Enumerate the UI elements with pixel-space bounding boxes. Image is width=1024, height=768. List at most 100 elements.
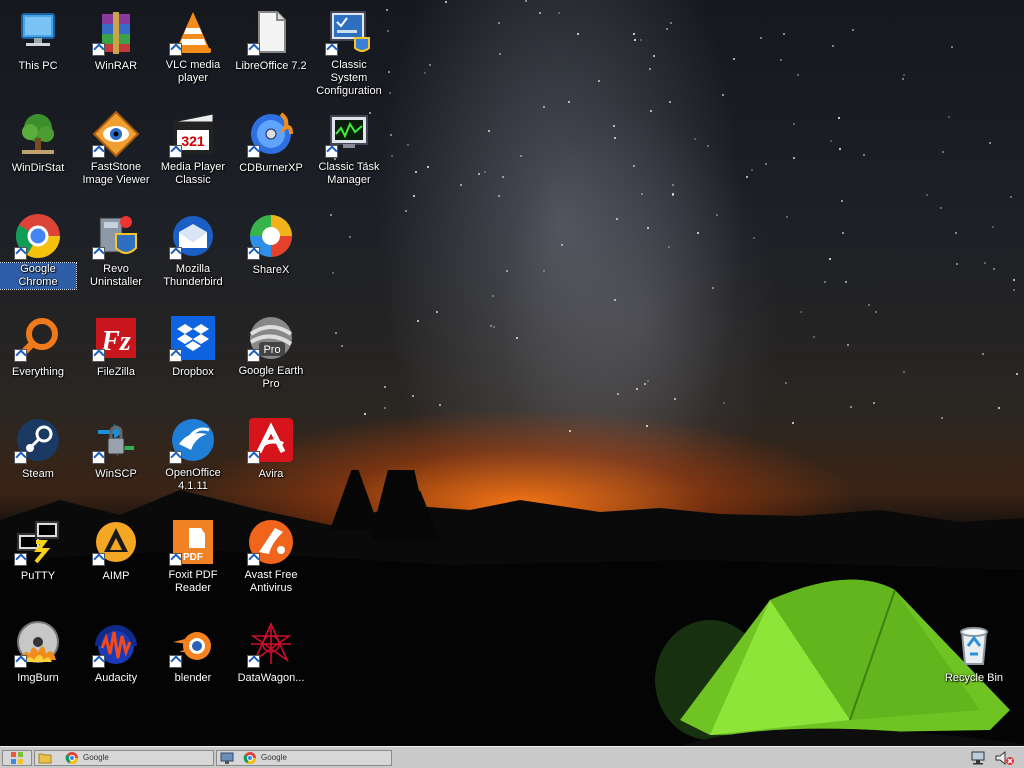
dropbox-shortcut[interactable]: Dropbox: [155, 314, 231, 380]
taskbar-button-network-chrome[interactable]: Google: [216, 750, 392, 766]
imgburn-shortcut[interactable]: ImgBurn: [0, 620, 76, 686]
star: [488, 130, 490, 132]
star: [543, 270, 545, 272]
avira-shortcut[interactable]: Avira: [233, 416, 309, 482]
star: [672, 184, 674, 186]
star: [668, 246, 670, 248]
shortcut-arrow-icon: [247, 655, 260, 668]
star: [390, 134, 392, 136]
desktop-icon-label: WinRAR: [94, 60, 138, 72]
vlc-shortcut[interactable]: VLC media player: [155, 8, 231, 86]
star: [478, 173, 480, 175]
cdburnerxp-shortcut[interactable]: CDBurnerXP: [233, 110, 309, 176]
star: [502, 176, 504, 178]
classic-system-configuration-icon: [325, 8, 373, 56]
foxit-pdf-reader-shortcut[interactable]: PDF Foxit PDF Reader: [155, 518, 231, 596]
avast-shortcut[interactable]: Avast Free Antivirus: [233, 518, 309, 596]
datawagon-icon: [247, 620, 295, 668]
libreoffice-shortcut[interactable]: LibreOffice 7.2: [233, 8, 309, 74]
star: [780, 59, 782, 61]
shortcut-arrow-icon: [247, 451, 260, 464]
recycle-bin-icon: [950, 620, 998, 668]
audacity-icon: [92, 620, 140, 668]
star: [760, 37, 762, 39]
shortcut-arrow-icon: [92, 349, 105, 362]
windirstat-shortcut[interactable]: WinDirStat: [0, 110, 76, 176]
star: [829, 258, 831, 260]
star: [543, 106, 545, 108]
this-pc-shortcut[interactable]: This PC: [0, 8, 76, 74]
desktop-icon-label: PuTTY: [20, 570, 56, 582]
winrar-shortcut[interactable]: WinRAR: [78, 8, 154, 74]
start-button[interactable]: [2, 750, 32, 766]
shortcut-arrow-icon: [14, 247, 27, 260]
star: [838, 117, 840, 119]
star: [335, 332, 337, 334]
faststone-shortcut[interactable]: FastStone Image Viewer: [78, 110, 154, 188]
network-tray-icon[interactable]: [970, 750, 988, 766]
star: [412, 395, 414, 397]
everything-shortcut[interactable]: Everything: [0, 314, 76, 380]
desktop-icon-label: This PC: [18, 60, 58, 72]
star: [649, 68, 651, 70]
classic-task-manager-shortcut[interactable]: Classic Task Manager: [311, 110, 387, 188]
network-icon: [220, 752, 234, 764]
star: [873, 402, 875, 404]
desktop-icon-label: Steam: [22, 468, 54, 480]
desktop-background[interactable]: This PC WinRAR VLC media player LibreOffice…: [0, 0, 1024, 746]
openoffice-icon: [169, 416, 217, 464]
filezilla-shortcut[interactable]: Fz FileZilla: [78, 314, 154, 380]
shortcut-arrow-icon: [169, 451, 182, 464]
desktop-icon-label: FileZilla: [97, 366, 135, 378]
google-earth-pro-shortcut[interactable]: Pro Google Earth Pro: [233, 314, 309, 392]
winscp-shortcut[interactable]: WinSCP: [78, 416, 154, 482]
shortcut-arrow-icon: [169, 655, 182, 668]
desktop-icon-label: Revo Uninstaller: [90, 263, 142, 288]
star: [903, 371, 905, 373]
shortcut-arrow-icon: [169, 553, 182, 566]
star: [407, 144, 409, 146]
desktop-icon-label: WinDirStat: [11, 162, 65, 174]
shortcut-arrow-icon: [169, 145, 182, 158]
desktop-icon-label: Foxit PDF Reader: [168, 569, 218, 594]
aimp-shortcut[interactable]: AIMP: [78, 518, 154, 584]
shortcut-arrow-icon: [169, 43, 182, 56]
star: [669, 101, 671, 103]
google-chrome-shortcut[interactable]: Google Chrome: [0, 212, 77, 290]
star: [875, 311, 877, 313]
star: [561, 244, 563, 246]
thunderbird-shortcut[interactable]: Mozilla Thunderbird: [155, 212, 231, 290]
star: [845, 281, 847, 283]
blender-shortcut[interactable]: blender: [155, 620, 231, 686]
recycle-bin-shortcut[interactable]: Recycle Bin: [936, 620, 1012, 686]
desktop-icon-label: WinSCP: [95, 468, 137, 480]
star: [539, 12, 541, 14]
steam-icon: [14, 416, 62, 464]
revo-uninstaller-shortcut[interactable]: Revo Uninstaller: [78, 212, 154, 290]
shortcut-arrow-icon: [92, 145, 105, 158]
star: [415, 171, 417, 173]
taskbar: Google Google: [0, 746, 1024, 768]
putty-icon: [14, 518, 62, 566]
sharex-shortcut[interactable]: ShareX: [233, 212, 309, 278]
desktop-icon-label: OpenOffice 4.1.11: [165, 467, 221, 492]
shortcut-arrow-icon: [92, 451, 105, 464]
star: [672, 194, 674, 196]
volume-muted-icon[interactable]: [994, 750, 1016, 766]
thunderbird-icon: [169, 212, 217, 260]
taskbar-button-explorer-chrome[interactable]: Google: [34, 750, 214, 766]
star: [824, 281, 826, 283]
star: [751, 169, 753, 171]
steam-shortcut[interactable]: Steam: [0, 416, 76, 482]
star: [984, 262, 986, 264]
datawagon-shortcut[interactable]: DataWagon...: [233, 620, 309, 686]
audacity-shortcut[interactable]: Audacity: [78, 620, 154, 686]
star: [499, 53, 501, 55]
openoffice-shortcut[interactable]: OpenOffice 4.1.11: [155, 416, 231, 494]
star: [926, 194, 928, 196]
media-player-classic-shortcut[interactable]: 321 Media Player Classic: [155, 110, 231, 188]
desktop-icon-label: Dropbox: [172, 366, 214, 378]
putty-shortcut[interactable]: PuTTY: [0, 518, 76, 584]
classic-system-configuration-shortcut[interactable]: Classic System Configuration: [311, 8, 387, 99]
star: [417, 320, 419, 322]
